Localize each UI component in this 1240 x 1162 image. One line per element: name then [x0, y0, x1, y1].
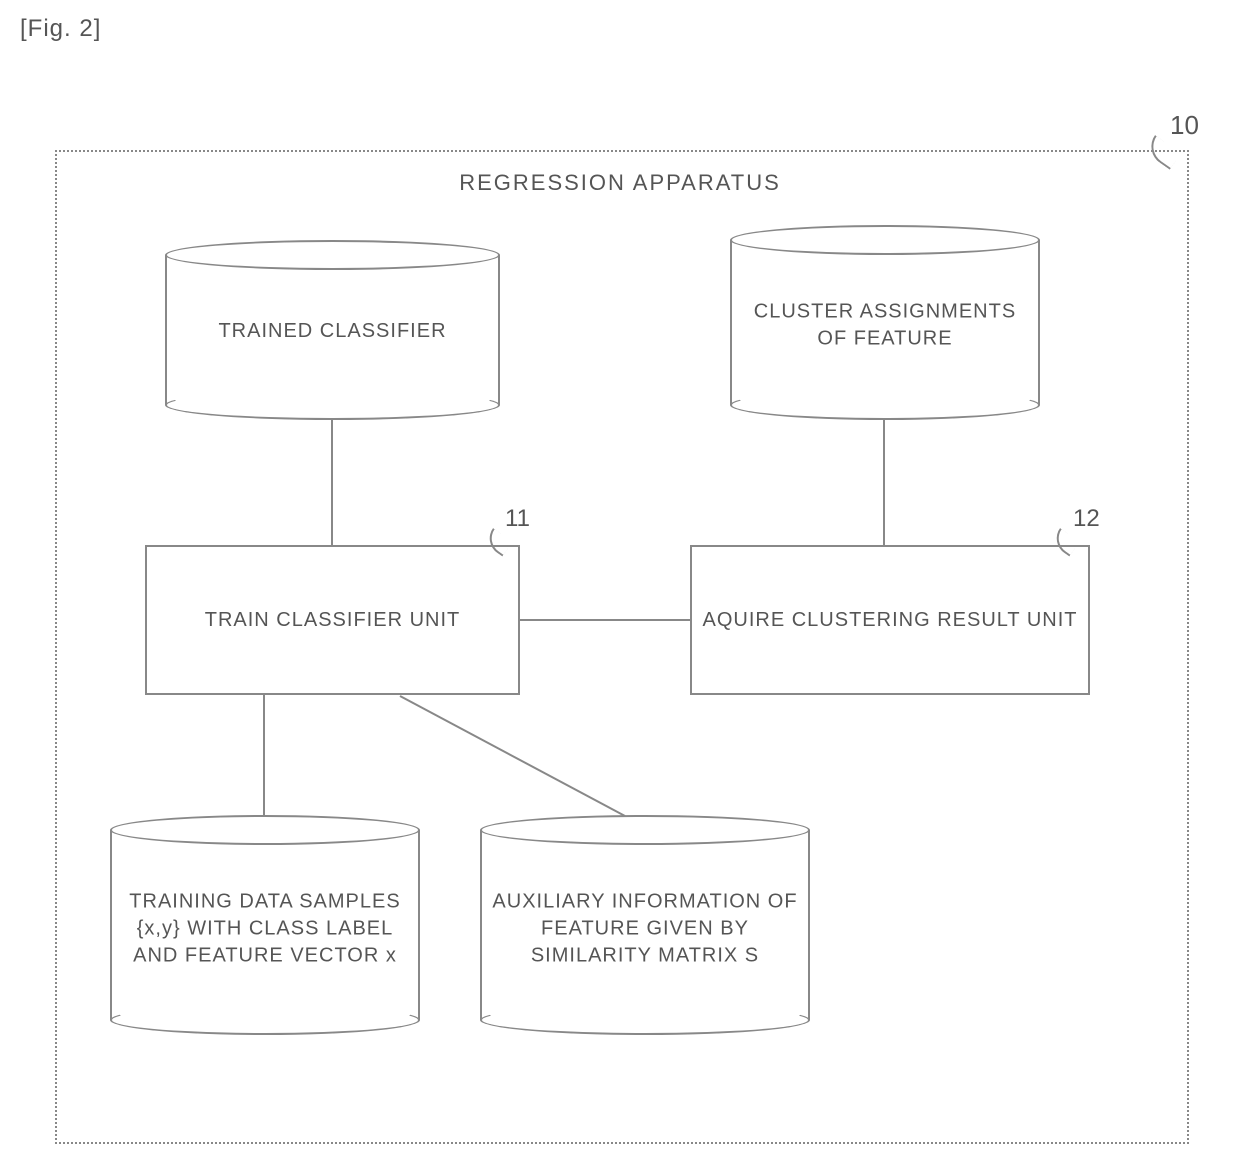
- figure-label: [Fig. 2]: [20, 15, 101, 43]
- store-auxiliary-info-label: AUXILIARY INFORMATION OF FEATURE GIVEN B…: [482, 889, 808, 970]
- store-training-samples-label: TRAINING DATA SAMPLES {x,y} WITH CLASS L…: [112, 889, 418, 970]
- acquire-unit-ref-number: 12: [1073, 505, 1100, 533]
- connector-trainunit-to-samples: [263, 695, 265, 815]
- store-training-samples: TRAINING DATA SAMPLES {x,y} WITH CLASS L…: [110, 830, 420, 1020]
- connector-trained-to-trainunit: [331, 420, 333, 545]
- store-auxiliary-info: AUXILIARY INFORMATION OF FEATURE GIVEN B…: [480, 830, 810, 1020]
- figure-page: [Fig. 2] 10 REGRESSION APPARATUS TRAINED…: [0, 0, 1240, 1162]
- acquire-clustering-result-unit: AQUIRE CLUSTERING RESULT UNIT: [690, 545, 1090, 695]
- train-classifier-unit-label: TRAIN CLASSIFIER UNIT: [205, 606, 460, 634]
- apparatus-title: REGRESSION APPARATUS: [0, 170, 1240, 196]
- store-trained-classifier-label: TRAINED CLASSIFIER: [167, 318, 498, 345]
- train-unit-ref-number: 11: [505, 505, 530, 533]
- store-trained-classifier: TRAINED CLASSIFIER: [165, 255, 500, 405]
- acquire-clustering-result-unit-label: AQUIRE CLUSTERING RESULT UNIT: [703, 606, 1078, 634]
- store-cluster-assignments: CLUSTER ASSIGNMENTS OF FEATURE: [730, 240, 1040, 405]
- connector-cluster-to-acquireunit: [883, 420, 885, 545]
- train-classifier-unit: TRAIN CLASSIFIER UNIT: [145, 545, 520, 695]
- apparatus-ref-number: 10: [1170, 110, 1199, 141]
- store-cluster-assignments-label: CLUSTER ASSIGNMENTS OF FEATURE: [732, 298, 1038, 352]
- connector-trainunit-to-acquireunit: [520, 619, 690, 621]
